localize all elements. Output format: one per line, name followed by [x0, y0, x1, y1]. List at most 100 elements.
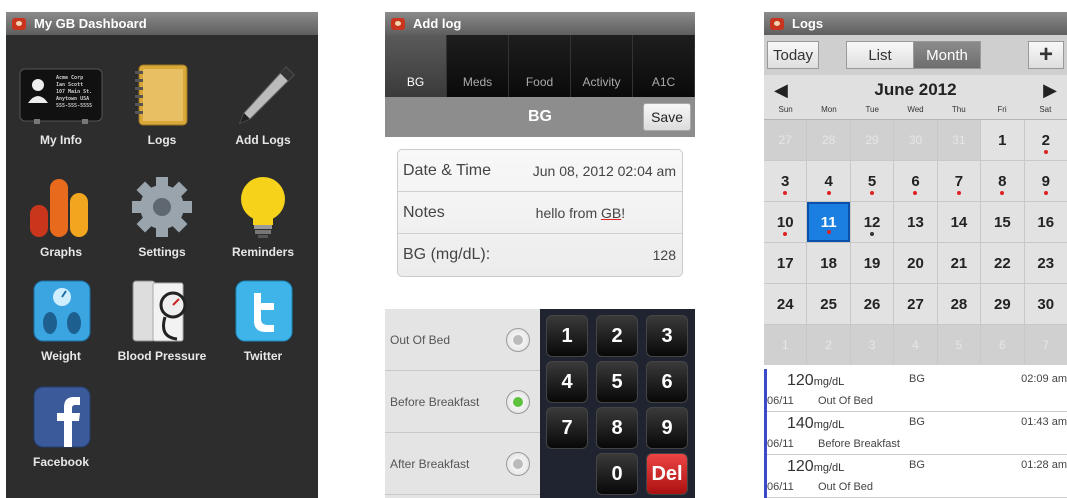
calendar-day[interactable]: 31: [937, 120, 981, 160]
tile-add-logs[interactable]: Add Logs: [213, 63, 313, 147]
tile-my-info[interactable]: Acme Corp Ian Scott 107 Main St. Anytown…: [11, 63, 111, 147]
calendar-day[interactable]: 2: [807, 325, 850, 365]
save-button[interactable]: Save: [643, 103, 691, 131]
key-4[interactable]: 4: [546, 361, 588, 403]
delete-key[interactable]: Del: [646, 453, 688, 495]
calendar-day[interactable]: 30: [1024, 284, 1067, 324]
tile-weight[interactable]: Weight: [11, 279, 111, 363]
tab-meds[interactable]: Meds: [447, 35, 509, 97]
key-1[interactable]: 1: [546, 315, 588, 357]
key-8[interactable]: 8: [596, 407, 638, 449]
calendar-day[interactable]: 3: [764, 161, 807, 201]
calendar-day[interactable]: 2: [1024, 120, 1067, 160]
tile-graphs[interactable]: Graphs: [11, 175, 111, 259]
log-marker-dot: [826, 191, 831, 195]
tile-logs[interactable]: Logs: [112, 63, 212, 147]
key-9[interactable]: 9: [646, 407, 688, 449]
tab-bg[interactable]: BG: [385, 35, 447, 97]
calendar-day[interactable]: 13: [894, 202, 937, 242]
tab-food[interactable]: Food: [509, 35, 571, 97]
calendar-day[interactable]: 5: [850, 161, 894, 201]
log-unit: mg/dL: [813, 376, 845, 388]
calendar-day[interactable]: 24: [764, 284, 807, 324]
calendar-day[interactable]: 29: [850, 120, 894, 160]
day-number: 19: [863, 254, 881, 272]
option-out-of-bed[interactable]: Out Of Bed: [385, 309, 540, 371]
calendar-day[interactable]: 28: [937, 284, 981, 324]
calendar-day[interactable]: 25: [807, 284, 850, 324]
calendar-day[interactable]: 20: [894, 243, 937, 283]
key-2[interactable]: 2: [596, 315, 638, 357]
key-0[interactable]: 0: [596, 453, 638, 495]
log-value: 120mg/dL: [787, 372, 844, 390]
calendar-day[interactable]: 3: [850, 325, 894, 365]
tab-a1c[interactable]: A1C: [633, 35, 695, 97]
calendar-day[interactable]: 8: [981, 161, 1024, 201]
calendar-day[interactable]: 6: [981, 325, 1024, 365]
calendar-day[interactable]: 26: [850, 284, 894, 324]
calendar-day[interactable]: 16: [1024, 202, 1067, 242]
tile-facebook[interactable]: Facebook: [11, 385, 111, 469]
log-value: 120mg/dL: [787, 458, 844, 476]
notes-value[interactable]: hello from GB!: [445, 205, 676, 221]
calendar-day[interactable]: 30: [894, 120, 937, 160]
calendar-day[interactable]: 17: [764, 243, 807, 283]
next-month-icon[interactable]: ▶: [1043, 80, 1057, 101]
calendar-day[interactable]: 18: [807, 243, 850, 283]
log-entry[interactable]: 120mg/dL BG 01:28 am 06/11 Out Of Bed: [767, 455, 1067, 498]
calendar-day[interactable]: 22: [981, 243, 1024, 283]
calendar-day[interactable]: 19: [850, 243, 894, 283]
calendar-day[interactable]: 4: [894, 325, 937, 365]
key-7[interactable]: 7: [546, 407, 588, 449]
calendar-day[interactable]: 1: [981, 120, 1024, 160]
calendar-day[interactable]: 7: [1024, 325, 1067, 365]
tile-blood-pressure[interactable]: Blood Pressure: [112, 279, 212, 363]
calendar-day[interactable]: 21: [937, 243, 981, 283]
log-date: 06/11: [767, 481, 794, 493]
radio-button[interactable]: [506, 327, 530, 352]
radio-button[interactable]: [506, 389, 530, 414]
calendar-day[interactable]: 15: [981, 202, 1024, 242]
calendar-day[interactable]: 6: [894, 161, 937, 201]
month-view-button[interactable]: Month: [913, 41, 981, 69]
calendar-day[interactable]: 4: [807, 161, 850, 201]
tile-twitter[interactable]: Twitter: [213, 279, 313, 363]
calendar-day[interactable]: 10: [764, 202, 807, 242]
log-entry[interactable]: 120mg/dL BG 02:09 am 06/11 Out Of Bed: [767, 369, 1067, 412]
key-3[interactable]: 3: [646, 315, 688, 357]
key-6[interactable]: 6: [646, 361, 688, 403]
option-after-breakfast[interactable]: After Breakfast: [385, 433, 540, 495]
calendar-day-selected[interactable]: 11: [807, 202, 850, 242]
today-button[interactable]: Today: [767, 41, 819, 69]
log-marker-dot: [1043, 191, 1048, 195]
date-time-row[interactable]: Date & Time Jun 08, 2012 02:04 am: [398, 150, 682, 192]
log-marker-dot: [870, 232, 875, 236]
calendar-day[interactable]: 27: [894, 284, 937, 324]
calendar-day[interactable]: 5: [937, 325, 981, 365]
tile-label: Blood Pressure: [117, 349, 207, 363]
day-number: 11: [820, 213, 837, 231]
calendar-day[interactable]: 23: [1024, 243, 1067, 283]
bg-value-row[interactable]: BG (mg/dL): 128: [398, 234, 682, 276]
calendar-day[interactable]: 12: [850, 202, 894, 242]
tile-settings[interactable]: Settings: [112, 175, 212, 259]
calendar-day[interactable]: 9: [1024, 161, 1067, 201]
calendar-day[interactable]: 27: [764, 120, 807, 160]
log-list: 120mg/dL BG 02:09 am 06/11 Out Of Bed 140mg/d…: [764, 369, 1067, 498]
calendar-day[interactable]: 29: [981, 284, 1024, 324]
calendar-day[interactable]: 1: [764, 325, 807, 365]
add-log-button[interactable]: +: [1028, 41, 1064, 69]
calendar-day[interactable]: 14: [937, 202, 981, 242]
notes-row[interactable]: Notes hello from GB!: [398, 192, 682, 234]
key-5[interactable]: 5: [596, 361, 638, 403]
list-view-button[interactable]: List: [846, 41, 914, 69]
calendar-day[interactable]: 7: [937, 161, 981, 201]
option-before-breakfast[interactable]: Before Breakfast: [385, 371, 540, 433]
tile-reminders[interactable]: Reminders: [213, 175, 313, 259]
calendar-day[interactable]: 28: [807, 120, 850, 160]
weekday-label: Sun: [778, 105, 793, 114]
log-entry[interactable]: 140mg/dL BG 01:43 am 06/11 Before Breakfast: [767, 412, 1067, 455]
prev-month-icon[interactable]: ◀: [774, 80, 788, 101]
radio-button[interactable]: [506, 451, 530, 476]
tab-activity[interactable]: Activity: [571, 35, 633, 97]
